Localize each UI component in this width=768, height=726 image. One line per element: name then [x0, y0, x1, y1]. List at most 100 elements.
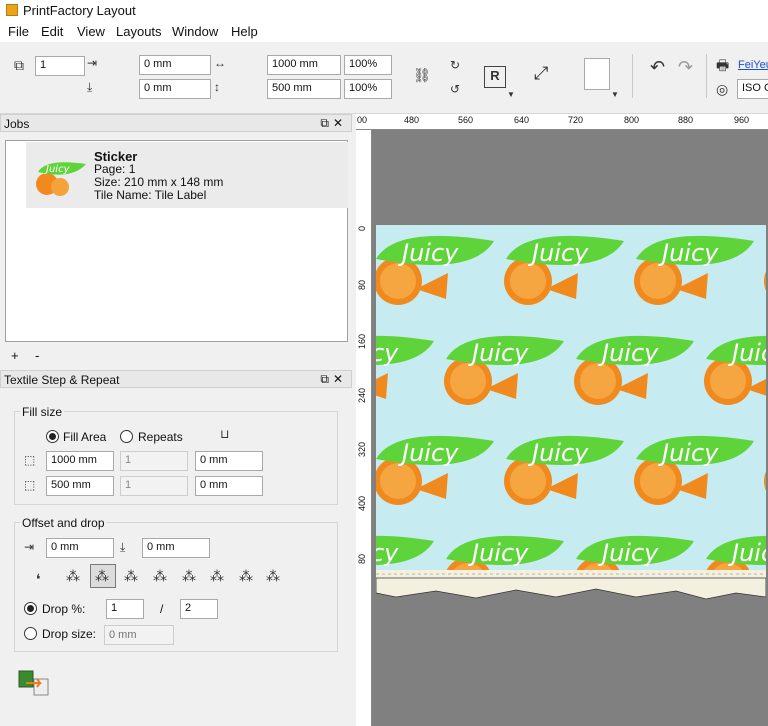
x-offset-input[interactable]: 0 mm: [139, 55, 211, 75]
rotate-cw-icon[interactable]: ↻: [450, 56, 460, 74]
job-thumbnail: Juicy: [36, 162, 86, 196]
close-icon[interactable]: ✕: [333, 116, 347, 130]
menu-view[interactable]: View: [77, 24, 105, 39]
fill-area-radio[interactable]: [46, 430, 59, 443]
menu-edit[interactable]: Edit: [41, 24, 63, 39]
offset-x-input[interactable]: 0 mm: [46, 538, 114, 558]
y-offset-input[interactable]: 0 mm: [139, 79, 211, 99]
pattern-text: Juicy: [658, 239, 719, 267]
pattern-text: Juicy: [376, 339, 399, 367]
ruler-label: 80: [357, 280, 367, 291]
job-item-sticker[interactable]: Juicy Sticker Page: 1 Size: 210 mm x 148…: [26, 142, 348, 208]
fill-size-icon: ⊔: [220, 427, 230, 441]
repeat-mode-rotate-drop-icon[interactable]: ⁂: [266, 568, 280, 585]
jobs-panel-header: Jobs ⧉✕: [0, 114, 352, 132]
repeat-mode-rotate-icon[interactable]: ⁂: [239, 568, 253, 585]
horizontal-ruler: 00 480 560 640 720 800 880 960: [356, 114, 768, 130]
drop-numerator-input[interactable]: 1: [106, 599, 144, 619]
undock-icon[interactable]: ⧉: [320, 372, 333, 386]
jobs-list: Juicy Sticker Page: 1 Size: 210 mm x 148…: [5, 140, 348, 342]
drop-denominator-input[interactable]: 2: [180, 599, 218, 619]
drop-size-input[interactable]: [104, 625, 174, 645]
copies-input[interactable]: 1: [35, 56, 85, 76]
remove-job-button[interactable]: -: [35, 348, 39, 363]
page-icon[interactable]: [584, 58, 610, 90]
fill-width-input[interactable]: 1000 mm: [46, 451, 114, 471]
profile-select[interactable]: ISO C: [737, 79, 768, 99]
menu-help[interactable]: Help: [231, 24, 258, 39]
torn-edge: [376, 577, 766, 600]
offset-y-icon: ⤓: [120, 540, 126, 554]
app-title: PrintFactory Layout: [23, 3, 136, 18]
ruler-label: 80: [357, 554, 367, 565]
apply-step-repeat-icon[interactable]: [18, 669, 50, 697]
jobs-panel-title: Jobs: [4, 117, 30, 131]
fill-width-repeats-input[interactable]: 1: [120, 451, 188, 471]
height-percent-input[interactable]: 100%: [344, 79, 392, 99]
printer-icon: 🖶: [716, 57, 730, 73]
rotate-ccw-icon[interactable]: ↺: [450, 80, 460, 98]
width-icon: ↔: [214, 56, 226, 70]
pattern-text: Juicy: [728, 339, 766, 367]
undo-icon[interactable]: ↶: [650, 58, 665, 76]
vertical-ruler: 0 80 160 240 320 400 80: [356, 130, 372, 726]
repeat-mode-mirror-icon[interactable]: ⁂: [153, 568, 167, 585]
pattern-text: Juicy: [598, 539, 659, 567]
repeat-mode-mirror-flip-icon[interactable]: ⁂: [210, 568, 224, 585]
drop-percent-label: Drop %:: [42, 602, 86, 616]
close-icon[interactable]: ✕: [333, 372, 347, 386]
copies-icon: ⧉: [14, 57, 24, 73]
undock-icon[interactable]: ⧉: [320, 116, 333, 130]
add-job-button[interactable]: +: [11, 348, 19, 363]
offset-y-input[interactable]: 0 mm: [142, 538, 210, 558]
width-input[interactable]: 1000 mm: [267, 55, 341, 75]
fit-to-page-icon[interactable]: ⤢: [534, 64, 548, 82]
fill-height-input[interactable]: 500 mm: [46, 476, 114, 496]
pattern-canvas[interactable]: Juicy Juicy Juicy Juicy Juicy Juicy Juicy Juicy…: [376, 225, 766, 625]
repeats-radio[interactable]: [120, 430, 133, 443]
tsr-panel-header: Textile Step & Repeat ⧉✕: [0, 370, 352, 388]
menu-window[interactable]: Window: [172, 24, 218, 39]
height-input[interactable]: 500 mm: [267, 79, 341, 99]
ruler-label: 640: [514, 115, 530, 125]
ruler-label: 960: [734, 115, 750, 125]
pattern-text: Juicy: [376, 539, 399, 567]
fill-width-gap-input[interactable]: 0 mm: [195, 451, 263, 471]
pattern-text: Juicy: [398, 239, 459, 267]
ruler-label: 560: [458, 115, 474, 125]
fill-size-label: Fill size: [20, 405, 65, 419]
drop-percent-radio[interactable]: [24, 602, 37, 615]
menu-bar: File Edit View Layouts Window Help: [0, 22, 768, 42]
pattern-text: Juicy: [398, 439, 459, 467]
registration-dropdown-icon[interactable]: ▼: [507, 86, 515, 104]
width-percent-input[interactable]: 100%: [344, 55, 392, 75]
ruler-label: 320: [357, 442, 367, 458]
repeat-mode-basic-icon[interactable]: ⁂: [66, 568, 80, 585]
drop-separator: /: [160, 602, 164, 616]
registration-mark-icon[interactable]: R: [484, 66, 506, 88]
pattern-text: Juicy: [468, 539, 529, 567]
fill-height-gap-input[interactable]: 0 mm: [195, 476, 263, 496]
toolbar: ⧉ 1 ⇥ ⤓ 0 mm 0 mm ↔ ↕ 1000 mm 500 mm 100…: [0, 44, 768, 114]
drop-size-radio[interactable]: [24, 627, 37, 640]
pattern-text: Juicy: [528, 439, 589, 467]
ruler-label: 240: [357, 388, 367, 404]
repeat-mode-half-drop-icon[interactable]: ⁂: [95, 568, 109, 585]
ruler-label: 720: [568, 115, 584, 125]
ruler-label: 160: [357, 334, 367, 350]
color-profile-icon: ◎: [716, 81, 729, 97]
repeat-mode-half-brick-icon[interactable]: ⁂: [124, 568, 138, 585]
fill-height-repeats-input[interactable]: 1: [120, 476, 188, 496]
page-dropdown-icon[interactable]: ▼: [611, 86, 619, 104]
drop-size-label: Drop size:: [42, 627, 97, 641]
ruler-label: 880: [678, 115, 694, 125]
printer-link[interactable]: FeiYeu: [738, 59, 768, 71]
panel-controls: ⧉✕: [320, 372, 347, 387]
redo-icon[interactable]: ↷: [678, 58, 693, 76]
drop-mode-icon: ❛: [36, 571, 41, 587]
repeat-mode-flip-icon[interactable]: ⁂: [182, 568, 196, 585]
menu-file[interactable]: File: [8, 24, 29, 39]
link-chain-icon[interactable]: ⛓: [412, 66, 432, 84]
menu-layouts[interactable]: Layouts: [116, 24, 162, 39]
ruler-label: 800: [624, 115, 640, 125]
